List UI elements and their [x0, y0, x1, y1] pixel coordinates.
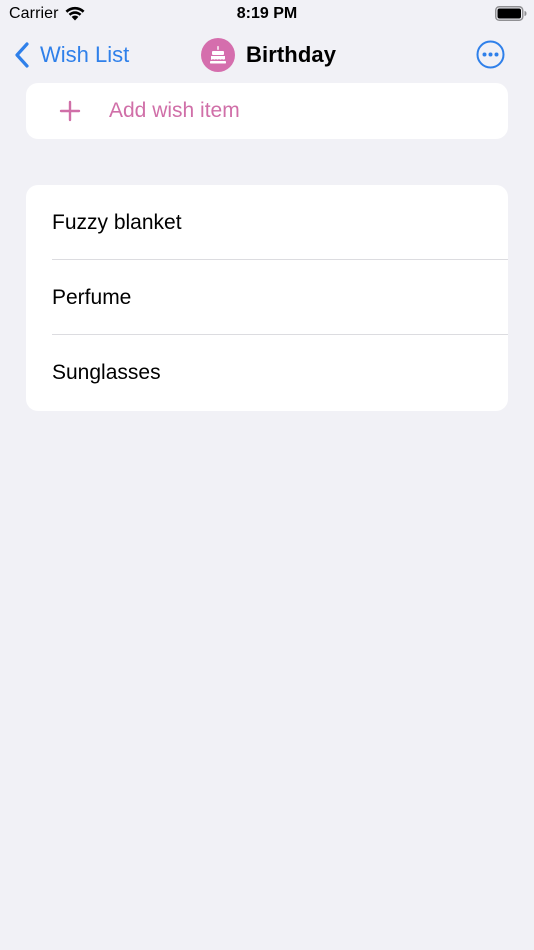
wish-items-list: Fuzzy blanket Perfume Sunglasses — [26, 185, 508, 411]
back-button[interactable]: Wish List — [14, 40, 129, 70]
navigation-bar: Wish List Birthday — [0, 28, 534, 82]
list-item-label: Sunglasses — [52, 360, 161, 384]
list-item[interactable]: Fuzzy blanket — [26, 185, 508, 260]
list-item-label: Perfume — [52, 285, 132, 309]
status-bar: Carrier 8:19 PM — [0, 0, 534, 28]
battery-icon — [495, 6, 527, 21]
add-wish-item-button[interactable]: Add wish item — [26, 83, 508, 139]
back-label: Wish List — [40, 42, 130, 67]
add-item-card: Add wish item — [26, 83, 508, 139]
add-wish-item-label: Add wish item — [109, 99, 240, 122]
plus-icon — [59, 100, 81, 122]
chevron-left-icon — [15, 42, 29, 68]
birthday-cake-icon — [201, 38, 235, 72]
list-item[interactable]: Sunglasses — [26, 335, 508, 410]
list-item-label: Fuzzy blanket — [52, 210, 182, 234]
list-item[interactable]: Perfume — [26, 260, 508, 335]
ellipsis-circle-icon[interactable] — [476, 40, 505, 69]
status-time: 8:19 PM — [236, 5, 298, 22]
title-group: Birthday — [201, 38, 336, 72]
page-title: Birthday — [246, 42, 337, 67]
